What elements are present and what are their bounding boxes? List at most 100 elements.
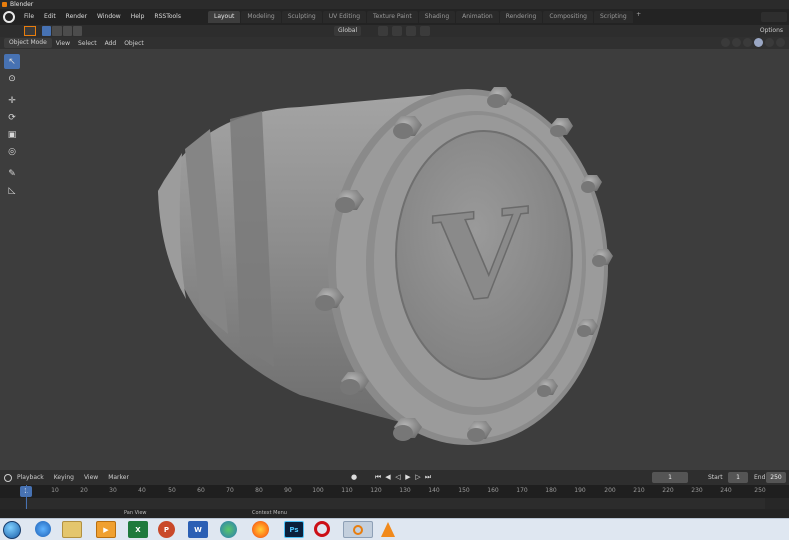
play-icon[interactable]: ▶ [404,473,412,482]
menu-add[interactable]: Add [101,40,121,47]
menu-object[interactable]: Object [120,40,148,47]
ruler-tick: 20 [80,487,88,494]
object-mode-select[interactable]: Object Mode [4,38,52,48]
material-shading-icon[interactable] [765,38,774,47]
status-pan-view: Pan View [124,510,147,516]
bolt [393,418,422,441]
scale-icon[interactable]: ▣ [4,127,20,142]
tab-scripting[interactable]: Scripting [593,11,633,23]
start-button[interactable] [3,520,21,539]
cursor-icon[interactable]: ⊙ [4,71,20,86]
timeline-track[interactable] [0,498,789,509]
transform-icon[interactable]: ◎ [4,144,20,159]
pivot-icon[interactable] [378,26,388,36]
windows-taskbar: ▶ X P W Ps [0,518,789,540]
xray-icon[interactable] [732,38,741,47]
tab-rendering[interactable]: Rendering [499,11,543,23]
record-icon[interactable]: ● [350,473,358,482]
file-explorer-icon[interactable] [62,521,82,538]
prev-key-icon[interactable]: ◀ [384,473,392,482]
start-frame-field[interactable]: 1 [728,472,748,483]
blender-app-icon [2,2,7,7]
tab-sculpting[interactable]: Sculpting [281,11,322,23]
menu-help[interactable]: Help [126,9,150,25]
move-icon[interactable]: ✛ [4,93,20,108]
ruler-tick: 50 [168,487,176,494]
editor-type-icon[interactable] [4,473,12,482]
menu-keying[interactable]: Keying [49,474,79,481]
powerpoint-icon[interactable]: P [158,521,175,538]
blender-logo-icon[interactable] [3,11,15,23]
ruler-tick: 110 [341,487,353,494]
mode-intersect-button[interactable] [72,26,82,36]
menu-view[interactable]: View [52,40,74,47]
menu-render[interactable]: Render [61,9,92,25]
network-icon[interactable] [220,521,237,538]
viewport-toolbar: ↖ ⊙ ✛ ⟳ ▣ ◎ ✎ ◺ [4,54,20,200]
jump-start-icon[interactable]: ⏮ [374,473,382,482]
menu-rsstools[interactable]: RSSTools [149,9,186,25]
frame-ruler[interactable]: 1 10 20 30 40 50 60 70 80 90 100 110 120… [0,485,789,498]
frame-range [25,498,765,509]
tab-uv-editing[interactable]: UV Editing [322,11,367,23]
end-label: End [754,474,766,481]
ruler-tick: 60 [197,487,205,494]
vlc-icon[interactable] [378,521,398,538]
tab-compositing[interactable]: Compositing [543,11,593,23]
mode-subtract-button[interactable] [62,26,72,36]
menu-file[interactable]: File [19,9,39,25]
play-reverse-icon[interactable]: ◁ [394,473,402,482]
menu-marker[interactable]: Marker [103,474,134,481]
start-label: Start [708,474,723,481]
snap-target-icon[interactable] [406,26,416,36]
selection-mode-group [42,26,82,36]
tab-modeling[interactable]: Modeling [241,11,281,23]
ruler-tick: 100 [312,487,324,494]
ruler-tick: 80 [255,487,263,494]
internet-explorer-icon[interactable] [35,521,51,537]
3d-viewport[interactable]: V ↖ ⊙ ✛ ⟳ ▣ ◎ ✎ ◺ [0,49,789,470]
mode-extend-button[interactable] [52,26,62,36]
wireframe-shading-icon[interactable] [743,38,752,47]
select-box-icon[interactable]: ↖ [4,54,20,69]
scene-selector[interactable] [761,12,787,22]
solid-shading-icon[interactable] [754,38,763,47]
tab-texture-paint[interactable]: Texture Paint [367,11,418,23]
next-key-icon[interactable]: ▷ [414,473,422,482]
transform-orientation-select[interactable]: Global [334,26,362,36]
ruler-tick: 90 [284,487,292,494]
annotate-icon[interactable]: ✎ [4,166,20,181]
word-icon[interactable]: W [188,521,208,538]
select-tool-button[interactable] [24,26,36,36]
tab-shading[interactable]: Shading [418,11,456,23]
jump-end-icon[interactable]: ⏭ [424,473,432,482]
bolt [550,118,573,137]
vlc-cone-icon [381,522,395,537]
menu-playback[interactable]: Playback [12,474,49,481]
proportional-edit-icon[interactable] [420,26,430,36]
mode-new-button[interactable] [42,26,52,36]
emblem-letter: V [432,182,529,333]
options-dropdown[interactable]: Options [760,25,783,37]
menu-timeline-view[interactable]: View [79,474,103,481]
end-frame-field[interactable]: 250 [766,472,786,483]
workspace-tabs: Layout Modeling Sculpting UV Editing Tex… [207,11,644,23]
current-frame-field[interactable]: 1 [652,472,688,483]
photoshop-icon[interactable]: Ps [284,521,304,538]
snap-magnet-icon[interactable] [392,26,402,36]
measure-icon[interactable]: ◺ [4,183,20,198]
firefox-icon[interactable] [252,521,269,538]
menu-window[interactable]: Window [92,9,126,25]
tab-layout[interactable]: Layout [207,11,241,23]
menu-select[interactable]: Select [74,40,101,47]
tab-animation[interactable]: Animation [456,11,499,23]
excel-icon[interactable]: X [128,521,148,538]
overlays-icon[interactable] [721,38,730,47]
add-workspace-button[interactable]: + [634,11,644,23]
rendered-shading-icon[interactable] [776,38,785,47]
rotate-icon[interactable]: ⟳ [4,110,20,125]
opera-icon[interactable] [314,521,330,537]
media-player-icon[interactable]: ▶ [96,521,116,538]
blender-taskbar-icon[interactable] [343,521,373,538]
menu-edit[interactable]: Edit [39,9,61,25]
